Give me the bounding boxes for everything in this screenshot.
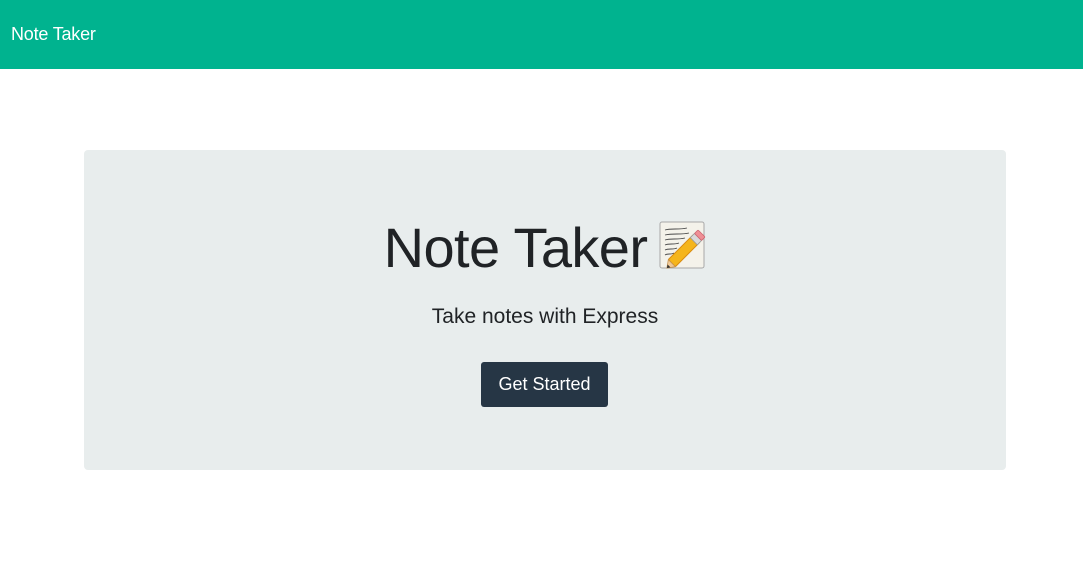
page-title-text: Note Taker — [383, 216, 648, 279]
jumbotron: Note Taker Take notes with Express Get S… — [84, 150, 1006, 470]
memo-pencil-icon — [659, 218, 706, 270]
hero-subtitle: Take notes with Express — [431, 305, 659, 328]
brand-link[interactable]: Note Taker — [11, 24, 96, 45]
page-title: Note Taker — [84, 216, 1006, 280]
navbar: Note Taker — [0, 0, 1083, 69]
get-started-button[interactable]: Get Started — [481, 362, 608, 407]
